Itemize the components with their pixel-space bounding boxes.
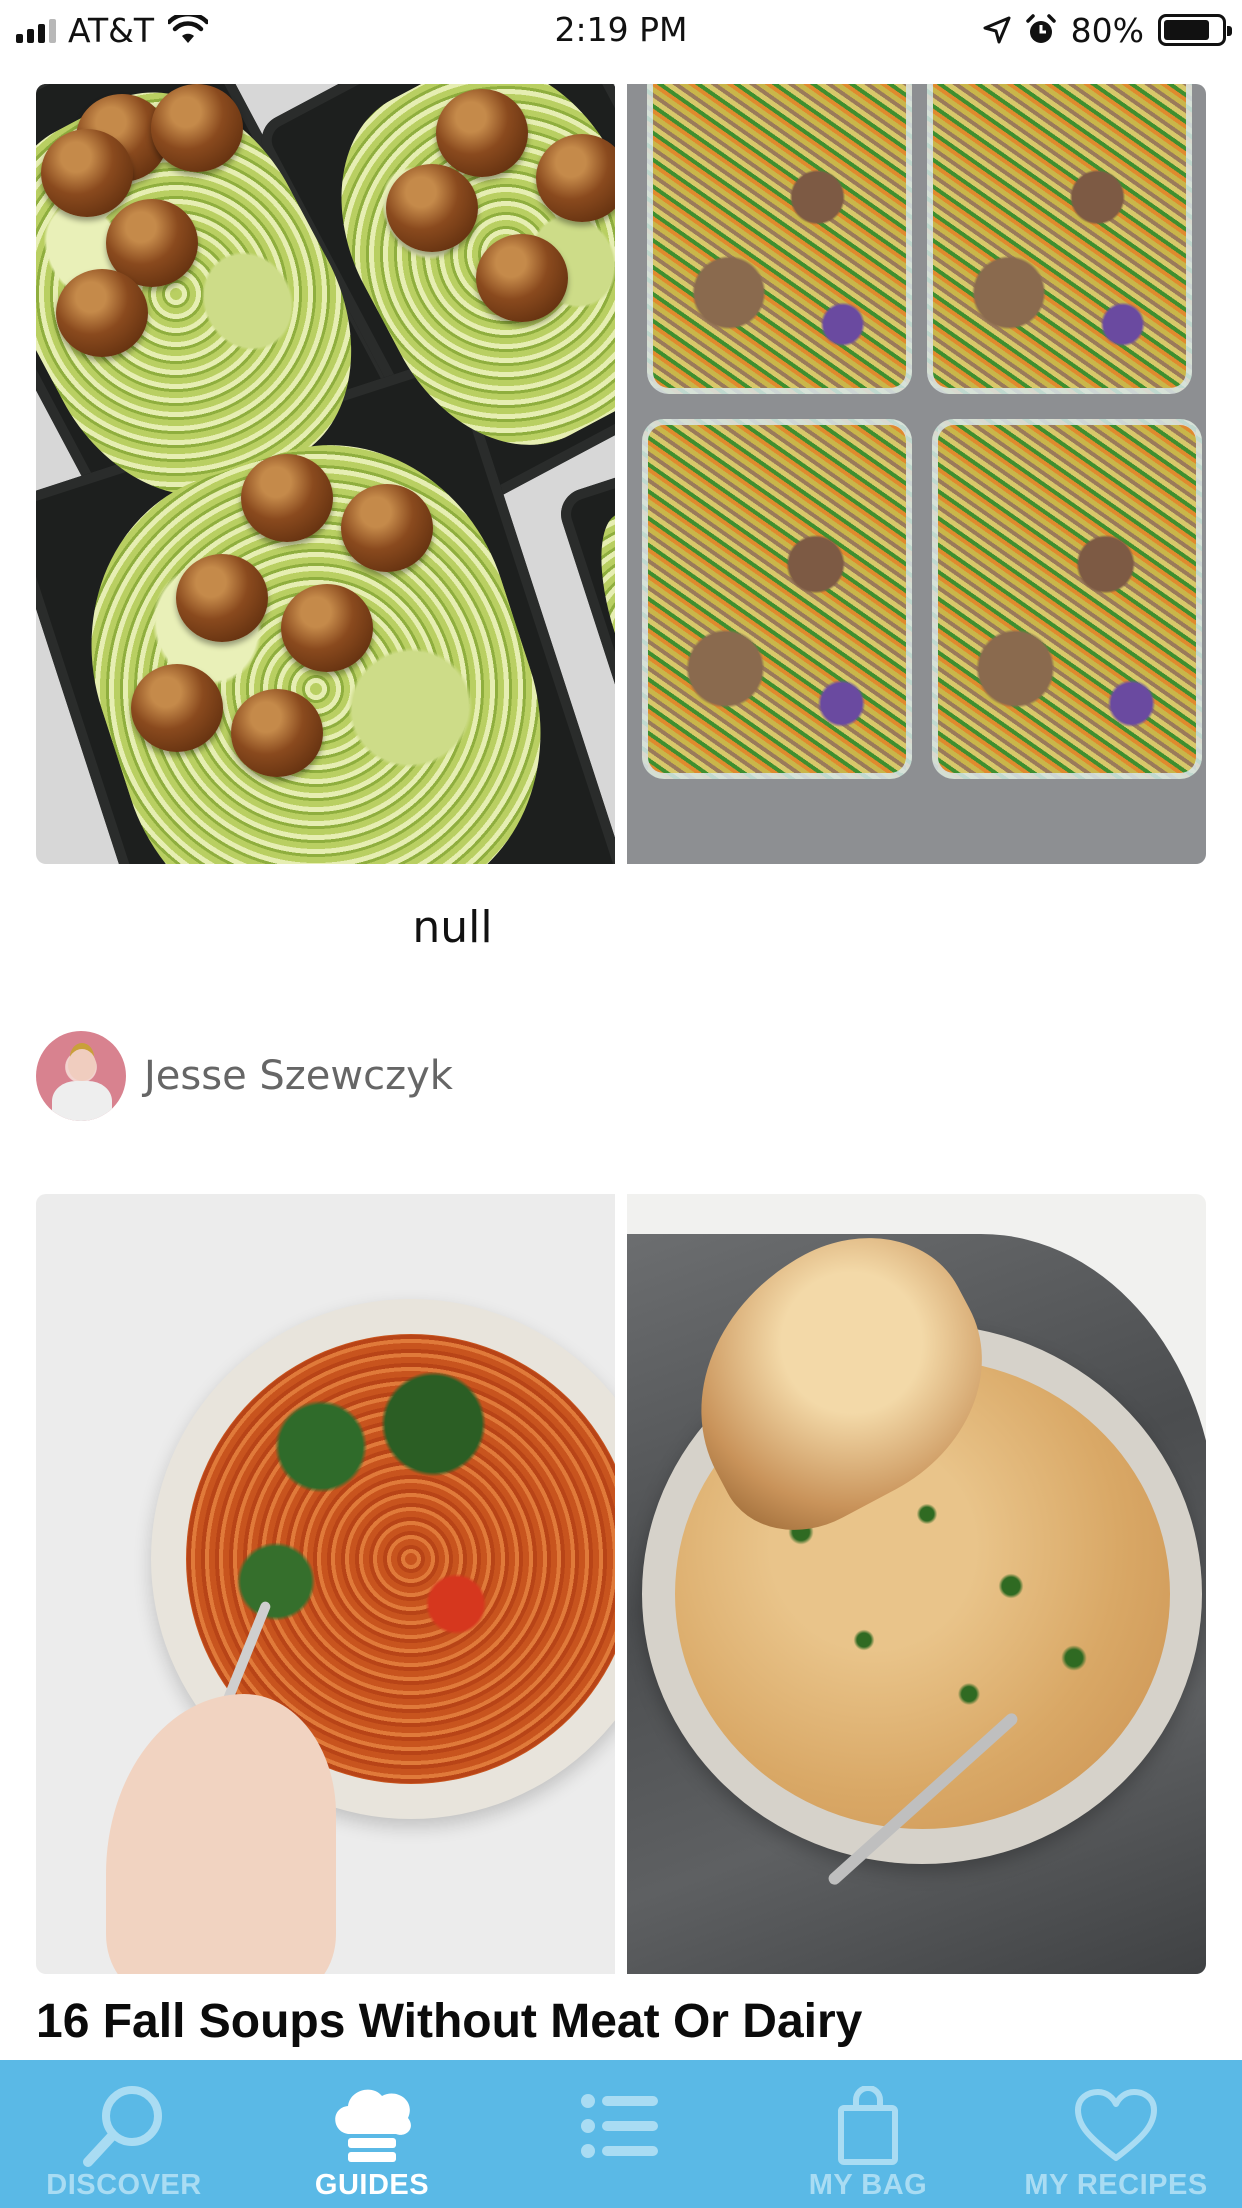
tab-my-bag-label: MY BAG [808, 2169, 928, 2201]
tab-my-recipes[interactable]: MY RECIPES [992, 2060, 1240, 2208]
tab-discover[interactable]: DISCOVER [0, 2060, 248, 2208]
photo-creamy-soup-with-toast [627, 1194, 1206, 1974]
avatar[interactable] [36, 1031, 126, 1121]
status-right: 80% [983, 10, 1232, 50]
chef-hat-icon [335, 2089, 411, 2162]
photo-tomato-barley-soup [36, 1194, 615, 1974]
guide-card-image-meal-prep[interactable] [36, 84, 1206, 864]
shopping-bag-icon [838, 2086, 898, 2165]
tab-my-bag[interactable]: MY BAG [744, 2060, 992, 2208]
tab-guides-label: GUIDES [314, 2169, 430, 2201]
battery-percent: 80% [1070, 10, 1144, 50]
guides-screen: AT&T 2:19 PM 80% null Jesse Szewczyk 16 … [0, 0, 1242, 2208]
location-arrow-icon [983, 16, 1011, 44]
search-icon [83, 2086, 162, 2167]
author-name[interactable]: Jesse Szewczyk [144, 1053, 453, 1099]
guide-card-caption: null [412, 902, 493, 953]
battery-level [1164, 20, 1209, 40]
tab-shopping-list[interactable] [496, 2060, 744, 2208]
tab-my-recipes-label: MY RECIPES [1024, 2169, 1208, 2201]
bottom-tab-bar: DISCOVER GUIDES MY BAG MY RECIPES [0, 2060, 1242, 2208]
photo-meatball-zoodles [36, 84, 615, 864]
battery-icon [1158, 14, 1232, 46]
tab-guides[interactable]: GUIDES [248, 2060, 496, 2208]
status-bar: AT&T 2:19 PM 80% [0, 0, 1242, 60]
guide-card-image-fall-soups[interactable] [36, 1194, 1206, 1974]
author-row[interactable]: Jesse Szewczyk [36, 1031, 453, 1121]
tab-discover-label: DISCOVER [46, 2169, 202, 2201]
guide-title[interactable]: 16 Fall Soups Without Meat Or Dairy [36, 1992, 862, 2052]
heart-icon [1075, 2089, 1157, 2161]
photo-egg-roll-bowls [627, 84, 1206, 864]
list-icon [581, 2094, 658, 2158]
alarm-icon [1025, 14, 1056, 43]
